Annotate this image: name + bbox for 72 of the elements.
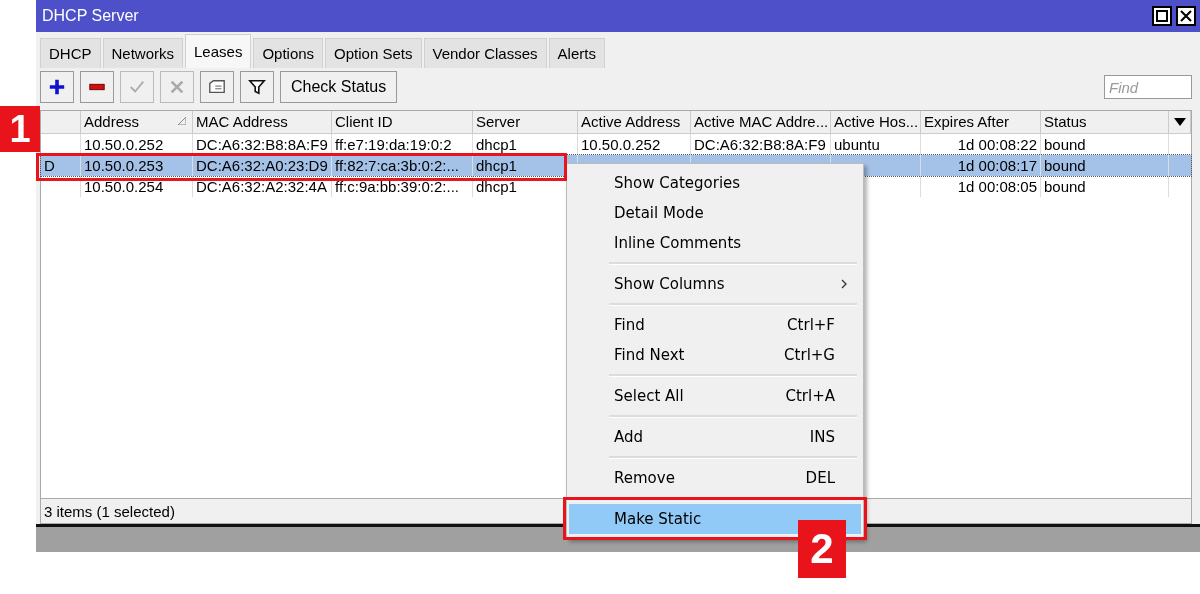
table-cell: bound (1044, 157, 1086, 174)
filter-button[interactable] (240, 71, 274, 103)
column-header[interactable]: MAC Address (193, 111, 332, 133)
tab[interactable]: Networks (102, 38, 184, 68)
table-cell: 10.50.0.254 (84, 178, 164, 195)
table-cell: DC:A6:32:B8:8A:F9 (694, 136, 826, 153)
column-header[interactable]: Address (81, 111, 193, 133)
chevron-icon (841, 279, 847, 289)
table-cell: 10.50.0.252 (84, 136, 164, 153)
column-label: Expires After (924, 113, 1010, 130)
column-label: Active Address (581, 113, 681, 130)
menu-item[interactable]: Make Static (569, 504, 861, 534)
column-header[interactable]: Active Address (578, 111, 691, 133)
remove-button[interactable] (80, 71, 114, 103)
plus-icon (48, 78, 66, 96)
column-label: MAC Address (196, 113, 288, 130)
menu-item[interactable]: Inline Comments (569, 228, 861, 258)
window-title: DHCP Server (42, 7, 140, 25)
table-cell: 1d 00:08:17 (957, 157, 1037, 174)
menu-item[interactable]: Detail Mode (569, 198, 861, 228)
restore-icon[interactable] (1152, 6, 1172, 26)
table-cell: 10.50.0.252 (581, 136, 661, 153)
step-badge: 2 (798, 520, 846, 578)
tab[interactable]: Alerts (548, 38, 605, 68)
column-label: Server (476, 113, 521, 130)
table-cell: dhcp1 (476, 178, 517, 195)
check-status-button[interactable]: Check Status (280, 71, 398, 103)
column-label: Address (84, 113, 140, 130)
find-field[interactable]: Find (1104, 75, 1192, 99)
column-header[interactable]: Expires After (921, 111, 1041, 133)
table-cell: ff:e7:19:da:19:0:2 (335, 136, 452, 153)
cross-icon (168, 78, 186, 96)
caret-icon (1173, 118, 1186, 126)
add-button[interactable] (40, 71, 74, 103)
table-cell: bound (1044, 136, 1086, 153)
table-cell: 1d 00:08:22 (957, 136, 1037, 153)
close-icon[interactable] (1176, 6, 1196, 26)
table-cell: dhcp1 (476, 136, 517, 153)
filter-icon (248, 78, 266, 96)
tab[interactable]: Option Sets (325, 38, 422, 68)
comment-button[interactable] (200, 71, 234, 103)
column-header[interactable]: Server (473, 111, 578, 133)
table-cell: bound (1044, 178, 1086, 195)
menu-item[interactable]: Find Next Ctrl+G (569, 340, 861, 370)
table-cell: D (44, 157, 55, 174)
column-label: Client ID (335, 113, 393, 130)
column-header[interactable]: Client ID (332, 111, 473, 133)
table-cell: DC:A6:32:A2:32:4A (196, 178, 327, 195)
column-header[interactable]: Status (1041, 111, 1169, 133)
tab[interactable]: Leases (185, 34, 252, 68)
table-cell: DC:A6:32:A0:23:D9 (196, 157, 328, 174)
tab[interactable]: Vendor Classes (423, 38, 547, 68)
table-cell: DC:A6:32:B8:8A:F9 (196, 136, 328, 153)
menu-item[interactable]: Find Ctrl+F (569, 310, 861, 340)
menu-item[interactable]: Remove DEL (569, 463, 861, 493)
table-cell: ubuntu (834, 136, 880, 153)
menu-item[interactable]: Show Columns (569, 269, 861, 299)
menu-item[interactable]: Add INS (569, 422, 861, 452)
table-cell: ff:82:7:ca:3b:0:2:... (335, 157, 459, 174)
note-icon (208, 78, 226, 96)
step-badge: 1 (0, 106, 40, 152)
menu-item[interactable]: Select All Ctrl+A (569, 381, 861, 411)
table-cell: dhcp1 (476, 157, 517, 174)
menu-item[interactable]: Show Categories (569, 168, 861, 198)
tab[interactable]: DHCP (40, 38, 101, 68)
table-cell: 1d 00:08:05 (957, 178, 1037, 195)
item-count: 3 items (1 selected) (44, 502, 175, 520)
table-cell: ff:c:9a:bb:39:0:2:... (335, 178, 459, 195)
table-cell: 10.50.0.253 (84, 157, 164, 174)
tab[interactable]: Options (253, 38, 324, 68)
column-label: Status (1044, 113, 1087, 130)
check-icon (128, 78, 146, 96)
